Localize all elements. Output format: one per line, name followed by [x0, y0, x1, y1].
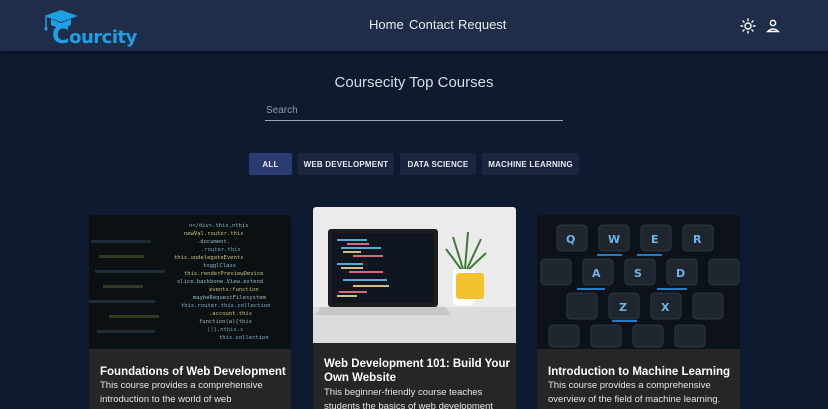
course-description-line: introduction to the world of web	[100, 394, 232, 405]
nav-contact-link[interactable]: Contact	[409, 17, 454, 32]
svg-text:.router.this: .router.this	[201, 247, 241, 253]
svg-text:S: S	[634, 267, 642, 280]
course-description-line: This course provides a comprehensive	[100, 380, 263, 391]
svg-text:function(a){this: function(a){this	[199, 319, 252, 325]
search-input[interactable]	[265, 101, 563, 121]
course-description-line: This course provides a comprehensive	[548, 380, 711, 391]
svg-text:this.renderPreviewDevice: this.renderPreviewDevice	[184, 271, 263, 277]
course-description-line: overview of the field of machine learnin…	[548, 394, 721, 405]
svg-text:R: R	[693, 233, 702, 246]
svg-text:D: D	[676, 267, 685, 280]
svg-text:.document.: .document.	[197, 239, 230, 245]
course-card-web-foundations[interactable]: n</div>.this,nthis newVal.router.this .d…	[89, 215, 291, 409]
filter-all-button[interactable]: ALL	[249, 153, 292, 175]
svg-text:X: X	[661, 301, 670, 314]
laptop-desk-image	[313, 207, 516, 343]
user-account-button[interactable]	[765, 18, 781, 34]
course-description-line: students the basics of web development	[324, 401, 493, 409]
svg-text:Q: Q	[566, 233, 575, 246]
nav-request-link[interactable]: Request	[458, 17, 506, 32]
sun-icon	[740, 18, 756, 34]
svg-text:n</div>.this,nthis: n</div>.this,nthis	[189, 223, 249, 229]
svg-text:))},nthis.c: ))},nthis.c	[207, 327, 243, 333]
svg-text:A: A	[592, 267, 601, 280]
svg-text:this.router.this.collection: this.router.this.collection	[181, 303, 270, 309]
logo-text: Courcity	[52, 21, 137, 49]
nav-home-link[interactable]: Home	[369, 17, 404, 32]
course-title: Introduction to Machine Learning	[548, 366, 731, 378]
svg-text:slice.backbone.View.extend: slice.backbone.View.extend	[177, 279, 263, 285]
svg-text:events:function: events:function	[209, 287, 259, 293]
course-title: Foundations of Web Development	[100, 366, 286, 378]
svg-text:E: E	[651, 233, 659, 246]
top-navbar: Courcity Home Contact Request	[0, 0, 828, 51]
coursecity-logo[interactable]: Courcity	[41, 10, 137, 49]
filter-web-development-button[interactable]: WEB DEVELOPMENT	[298, 153, 394, 175]
course-card-web-development-101[interactable]: Web Development 101: Build Your Own Webs…	[313, 207, 516, 409]
svg-text:this.collection: this.collection	[219, 335, 269, 341]
svg-text:this.undelegateEvents: this.undelegateEvents	[174, 255, 244, 261]
page-title: Coursecity Top Courses	[334, 74, 494, 91]
course-title-line: Web Development 101: Build Your	[324, 358, 510, 370]
svg-text:Z: Z	[619, 301, 627, 314]
course-title-line: Own Website	[324, 372, 396, 384]
filter-machine-learning-button[interactable]: MACHINE LEARNING	[482, 153, 579, 175]
svg-text:W: W	[608, 233, 620, 246]
svg-text:maybeRequestFilesystem: maybeRequestFilesystem	[193, 295, 267, 301]
svg-text:.account.this: .account.this	[209, 311, 252, 317]
svg-text:newVal.router.this: newVal.router.this	[184, 231, 244, 237]
svg-text:togglClass: togglClass	[203, 263, 236, 269]
course-card-machine-learning[interactable]: Q W E R A S D Z X Introduction to Machine Lear…	[537, 215, 740, 409]
code-screen-image: n</div>.this,nthis newVal.router.this .d…	[89, 215, 291, 349]
theme-toggle-button[interactable]	[740, 18, 756, 34]
keyboard-image: Q W E R A S D Z X	[537, 215, 740, 349]
filter-data-science-button[interactable]: DATA SCIENCE	[400, 153, 476, 175]
course-description-line: This beginner-friendly course teaches	[324, 387, 483, 398]
user-icon	[765, 19, 781, 33]
